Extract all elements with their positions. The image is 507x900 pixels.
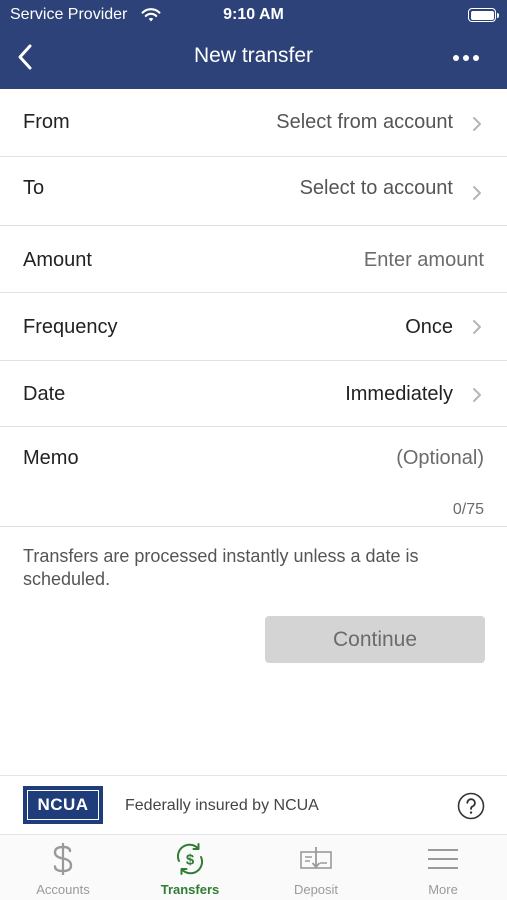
help-icon[interactable] <box>457 792 485 820</box>
check-deposit-icon <box>300 847 332 869</box>
memo-input[interactable]: (Optional) <box>396 447 484 470</box>
chevron-right-icon <box>473 186 481 200</box>
date-value[interactable]: Immediately <box>345 383 453 406</box>
frequency-value[interactable]: Once <box>405 316 453 339</box>
transfer-info-text: Transfers are processed instantly unless… <box>23 546 419 589</box>
more-options-button[interactable] <box>446 44 486 72</box>
date-row[interactable]: Date Immediately <box>0 361 507 427</box>
amount-input[interactable]: Enter amount <box>364 249 484 272</box>
tab-label: Transfers <box>160 882 220 897</box>
frequency-row[interactable]: Frequency Once <box>0 293 507 361</box>
ncua-insured-text: Federally insured by NCUA <box>125 797 319 814</box>
tab-label: More <box>428 882 458 897</box>
memo-row[interactable]: Memo (Optional) 0/75 <box>0 427 507 527</box>
amount-label: Amount <box>23 249 92 271</box>
tab-label: Accounts <box>36 882 90 897</box>
svg-text:$: $ <box>186 852 195 869</box>
memo-label: Memo <box>23 447 79 469</box>
app-header: Service Provider 9:10 AM New transfer <box>0 0 507 89</box>
dollar-icon <box>53 843 73 875</box>
ncua-logo-text: NCUA <box>37 795 89 814</box>
frequency-label: Frequency <box>23 316 118 338</box>
from-account-value[interactable]: Select from account <box>276 111 453 134</box>
chevron-right-icon <box>473 117 481 131</box>
ncua-banner: NCUA Federally insured by NCUA <box>0 775 507 835</box>
tab-bar: Accounts $ Transfers Deposit More <box>0 835 507 900</box>
status-time: 9:10 AM <box>223 6 284 23</box>
tab-label: Deposit <box>293 882 339 897</box>
page-title: New transfer <box>193 44 314 67</box>
tab-transfers[interactable]: $ Transfers <box>127 835 253 900</box>
to-label: To <box>23 177 45 199</box>
menu-icon <box>428 849 458 869</box>
status-bar: Service Provider 9:10 AM <box>0 0 507 30</box>
tab-accounts[interactable]: Accounts <box>0 835 126 900</box>
from-label: From <box>23 111 70 133</box>
to-account-row[interactable]: To Select to account <box>0 157 507 226</box>
battery-icon <box>468 8 499 22</box>
ncua-logo: NCUA <box>23 786 103 824</box>
continue-button[interactable]: Continue <box>265 616 485 663</box>
tab-deposit[interactable]: Deposit <box>253 835 379 900</box>
transfer-icon: $ <box>176 843 204 875</box>
memo-character-count: 0/75 <box>452 501 484 518</box>
chevron-right-icon <box>473 388 481 402</box>
date-label: Date <box>23 383 66 405</box>
to-account-value[interactable]: Select to account <box>300 177 453 200</box>
chevron-right-icon <box>473 320 481 334</box>
amount-row[interactable]: Amount Enter amount <box>0 226 507 293</box>
tab-more[interactable]: More <box>380 835 506 900</box>
from-account-row[interactable]: From Select from account <box>0 89 507 157</box>
ellipsis-icon <box>453 55 479 61</box>
